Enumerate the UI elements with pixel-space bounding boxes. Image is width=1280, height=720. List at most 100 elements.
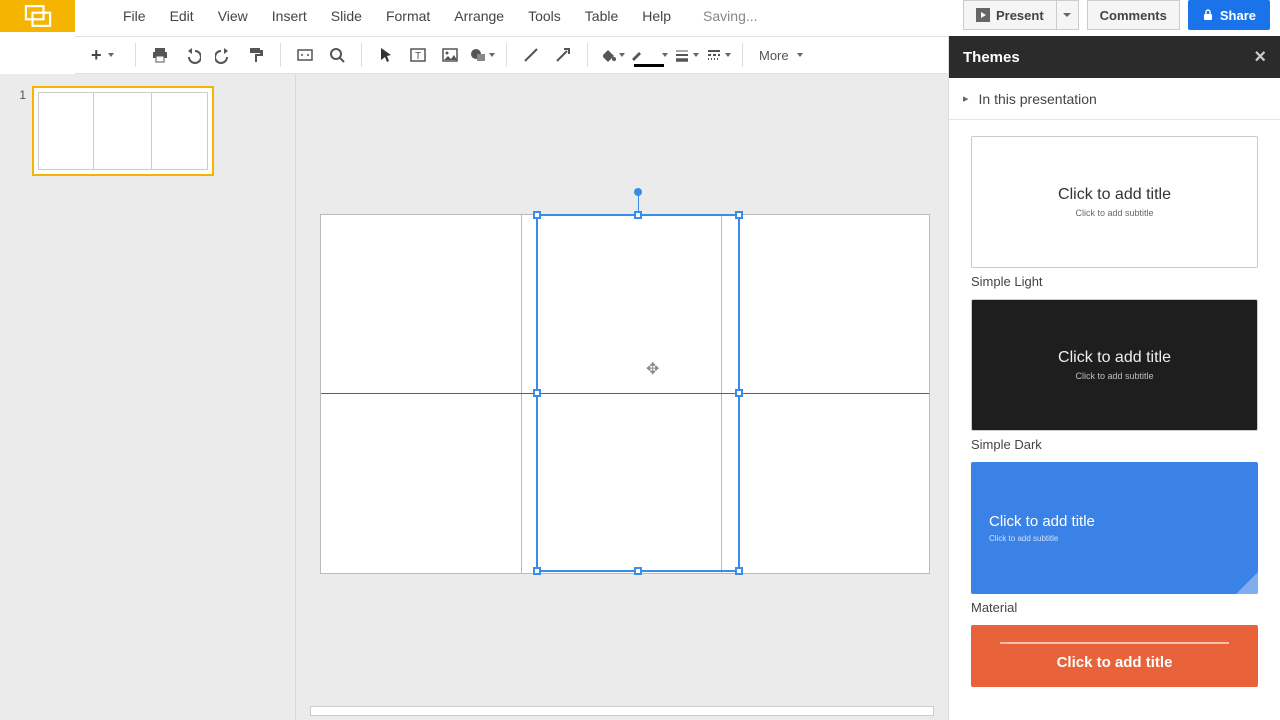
menu-table[interactable]: Table [573, 2, 630, 30]
slide-number: 1 [6, 86, 26, 102]
theme-preview-subtitle: Click to add subtitle [989, 534, 1058, 543]
theme-preview-subtitle: Click to add subtitle [1075, 371, 1153, 381]
theme-name: Simple Dark [971, 431, 1258, 452]
share-button[interactable]: Share [1188, 0, 1270, 30]
resize-handle-n[interactable] [634, 211, 642, 219]
redo-icon [215, 46, 233, 64]
theme-material[interactable]: Click to add title Click to add subtitle… [971, 462, 1258, 615]
textbox-tool[interactable]: T [404, 41, 432, 69]
paint-roller-icon [247, 46, 265, 64]
themes-panel: Themes × ▸ In this presentation Click to… [948, 36, 1280, 720]
slide-filmstrip: 1 [0, 74, 296, 720]
fill-color-button[interactable] [598, 41, 626, 69]
menu-file[interactable]: File [111, 2, 158, 30]
save-status: Saving... [703, 8, 757, 24]
redo-button[interactable] [210, 41, 238, 69]
resize-handle-nw[interactable] [533, 211, 541, 219]
present-button[interactable]: Present [963, 0, 1057, 30]
app-logo[interactable] [0, 0, 75, 32]
play-icon [976, 8, 990, 22]
theme-simple-dark[interactable]: Click to add title Click to add subtitle… [971, 299, 1258, 452]
print-button[interactable] [146, 41, 174, 69]
menu-arrange[interactable]: Arrange [442, 2, 516, 30]
new-slide-button[interactable]: + [85, 41, 125, 69]
menu-format[interactable]: Format [374, 2, 442, 30]
chevron-down-icon [725, 53, 731, 57]
pencil-icon [630, 46, 648, 64]
line-icon [522, 46, 540, 64]
select-tool[interactable] [372, 41, 400, 69]
chevron-down-icon [108, 53, 114, 57]
zoom-button[interactable] [323, 41, 351, 69]
menu-bar: File Edit View Insert Slide Format Arran… [111, 2, 683, 30]
slide-canvas[interactable]: ✥ [296, 74, 948, 720]
paint-format-button[interactable] [242, 41, 270, 69]
resize-handle-sw[interactable] [533, 567, 541, 575]
menu-view[interactable]: View [206, 2, 260, 30]
line-dash-icon [705, 46, 723, 64]
comments-button[interactable]: Comments [1087, 0, 1180, 30]
image-icon [441, 46, 459, 64]
theme-preview-subtitle: Click to add subtitle [1075, 208, 1153, 218]
slide-thumbnail-1[interactable] [32, 86, 214, 176]
more-label: More [759, 48, 789, 63]
move-cursor-icon: ✥ [646, 359, 659, 379]
line-weight-button[interactable] [672, 41, 700, 69]
line-weight-icon [673, 46, 691, 64]
chevron-down-icon [797, 53, 803, 57]
chevron-down-icon [489, 53, 495, 57]
print-icon [151, 46, 169, 64]
present-label: Present [996, 8, 1044, 23]
image-tool[interactable] [436, 41, 464, 69]
arrow-tool[interactable] [549, 41, 577, 69]
menu-tools[interactable]: Tools [516, 2, 573, 30]
theme-name: Simple Light [971, 268, 1258, 289]
menu-insert[interactable]: Insert [260, 2, 319, 30]
fit-icon [296, 46, 314, 64]
present-dropdown[interactable] [1057, 0, 1079, 30]
rotation-handle[interactable] [634, 188, 642, 196]
textbox-icon: T [409, 46, 427, 64]
theme-preview-title: Click to add title [1058, 186, 1171, 204]
menu-slide[interactable]: Slide [319, 2, 374, 30]
shape-icon [469, 46, 487, 64]
selected-shape[interactable] [536, 214, 740, 572]
chevron-down-icon [693, 53, 699, 57]
line-dash-button[interactable] [704, 41, 732, 69]
share-label: Share [1220, 8, 1256, 23]
shape-tool[interactable] [468, 41, 496, 69]
chevron-down-icon [1063, 13, 1071, 17]
line-color-button[interactable] [630, 41, 668, 69]
theme-preview-title: Click to add title [1057, 654, 1173, 671]
resize-handle-w[interactable] [533, 389, 541, 397]
themes-section-label: In this presentation [979, 91, 1097, 107]
line-tool[interactable] [517, 41, 545, 69]
theme-orange[interactable]: Click to add title [971, 625, 1258, 687]
undo-icon [183, 46, 201, 64]
themes-title: Themes [963, 49, 1020, 66]
cursor-icon [377, 46, 395, 64]
zoom-icon [328, 46, 346, 64]
paint-bucket-icon [599, 46, 617, 64]
close-icon[interactable]: × [1254, 46, 1266, 69]
fit-button[interactable] [291, 41, 319, 69]
chevron-down-icon [662, 53, 668, 57]
menu-edit[interactable]: Edit [158, 2, 206, 30]
undo-button[interactable] [178, 41, 206, 69]
arrow-icon [554, 46, 572, 64]
resize-handle-se[interactable] [735, 567, 743, 575]
plus-icon: + [91, 45, 102, 66]
theme-simple-light[interactable]: Click to add title Click to add subtitle… [971, 136, 1258, 289]
resize-handle-ne[interactable] [735, 211, 743, 219]
theme-preview-title: Click to add title [1058, 349, 1171, 367]
speaker-notes-bar[interactable] [310, 706, 934, 716]
lock-icon [1202, 9, 1214, 21]
resize-handle-s[interactable] [634, 567, 642, 575]
chevron-down-icon [619, 53, 625, 57]
theme-name: Material [971, 594, 1258, 615]
svg-text:T: T [415, 51, 421, 62]
themes-section-header[interactable]: ▸ In this presentation [949, 78, 1280, 120]
toolbar-more[interactable]: More [753, 48, 809, 63]
resize-handle-e[interactable] [735, 389, 743, 397]
menu-help[interactable]: Help [630, 2, 683, 30]
